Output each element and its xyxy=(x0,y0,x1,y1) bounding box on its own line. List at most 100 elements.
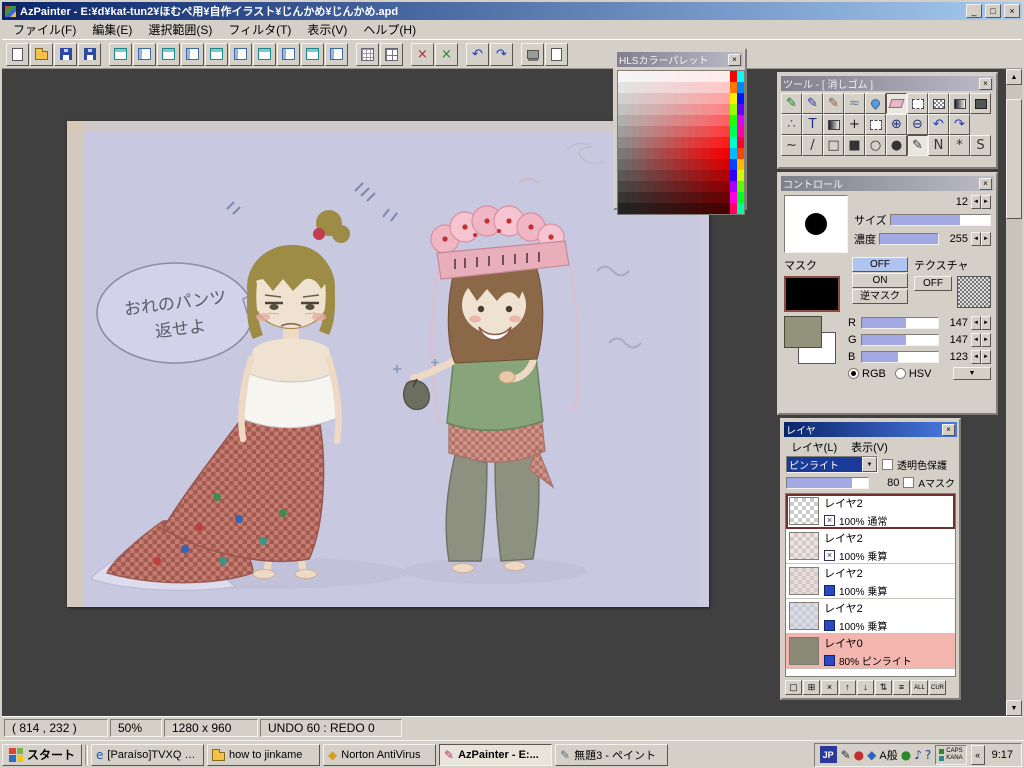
palette-cell-r0c12[interactable] xyxy=(702,71,709,82)
palette-cell-r12c10[interactable] xyxy=(688,203,695,214)
palette-cell-r4c2[interactable] xyxy=(632,115,639,126)
mask-on-button[interactable]: ON xyxy=(852,273,908,288)
palette-cell-r0c5[interactable] xyxy=(653,71,660,82)
palette-cell-r2c14[interactable] xyxy=(716,93,723,104)
palette-hue-r7a[interactable] xyxy=(730,148,737,159)
palette-cell-r12c11[interactable] xyxy=(695,203,702,214)
palette-cell-r0c7[interactable] xyxy=(667,71,674,82)
palette-cell-r1c15[interactable] xyxy=(723,82,730,93)
palette-cell-r0c14[interactable] xyxy=(716,71,723,82)
palette-cell-r2c6[interactable] xyxy=(660,93,667,104)
gradient-tool-button[interactable] xyxy=(823,114,844,135)
antivirus-tray-icon[interactable]: ● xyxy=(854,749,864,761)
palette-cell-r2c13[interactable] xyxy=(709,93,716,104)
palette-cell-r4c10[interactable] xyxy=(688,115,695,126)
palette-cell-r8c11[interactable] xyxy=(695,159,702,170)
palette-cell-r12c5[interactable] xyxy=(653,203,660,214)
size-slider[interactable] xyxy=(890,214,991,226)
palette-cell-r0c11[interactable] xyxy=(695,71,702,82)
gradation-tool-button[interactable] xyxy=(949,93,970,114)
palette-cell-r12c4[interactable] xyxy=(646,203,653,214)
palette-cell-r2c12[interactable] xyxy=(702,93,709,104)
palette-cell-r0c4[interactable] xyxy=(646,71,653,82)
palette-hue-r3a[interactable] xyxy=(730,104,737,115)
new-file-button[interactable] xyxy=(6,43,29,66)
palette-cell-r2c4[interactable] xyxy=(646,93,653,104)
palette-cell-r9c1[interactable] xyxy=(625,170,632,181)
scroll-thumb[interactable] xyxy=(1006,99,1022,219)
move-layer-down-button[interactable]: ↓ xyxy=(857,680,874,695)
palette-cell-r9c0[interactable] xyxy=(618,170,625,181)
palette-cell-r5c8[interactable] xyxy=(674,126,681,137)
palette-cell-r10c15[interactable] xyxy=(723,181,730,192)
palette-cell-r12c0[interactable] xyxy=(618,203,625,214)
palette-cell-r7c11[interactable] xyxy=(695,148,702,159)
layer-row-4[interactable]: レイヤ080% ピンライト xyxy=(786,634,955,669)
palette-cell-r10c10[interactable] xyxy=(688,181,695,192)
palette-cell-r12c13[interactable] xyxy=(709,203,716,214)
menu-item-2[interactable]: 選択範囲(S) xyxy=(140,19,220,40)
protect-alpha-checkbox[interactable] xyxy=(882,459,893,470)
panel-toggle-3-button[interactable] xyxy=(157,43,180,66)
palette-hue-r11b[interactable] xyxy=(737,192,744,203)
palette-cell-r6c4[interactable] xyxy=(646,137,653,148)
palette-cell-r6c5[interactable] xyxy=(653,137,660,148)
palette-hue-r9b[interactable] xyxy=(737,170,744,181)
palette-cell-r12c1[interactable] xyxy=(625,203,632,214)
palette-cell-r12c2[interactable] xyxy=(632,203,639,214)
maximize-button[interactable]: □ xyxy=(985,4,1001,18)
palette-hue-r4b[interactable] xyxy=(737,115,744,126)
palette-cell-r7c13[interactable] xyxy=(709,148,716,159)
grid-detail-button[interactable] xyxy=(380,43,403,66)
palette-cell-r4c13[interactable] xyxy=(709,115,716,126)
panel-toggle-2-button[interactable] xyxy=(133,43,156,66)
mask-off-button[interactable]: OFF xyxy=(852,257,908,272)
palette-cell-r8c8[interactable] xyxy=(674,159,681,170)
palette-cell-r1c4[interactable] xyxy=(646,82,653,93)
palette-cell-r1c8[interactable] xyxy=(674,82,681,93)
redo-tool-button[interactable]: ↷ xyxy=(949,114,970,135)
palette-cell-r12c6[interactable] xyxy=(660,203,667,214)
app-tray-icon[interactable]: ● xyxy=(901,749,911,761)
layer-menu-view[interactable]: 表示(V) xyxy=(844,438,895,456)
palette-cell-r12c9[interactable] xyxy=(681,203,688,214)
palette-cell-r5c4[interactable] xyxy=(646,126,653,137)
palette-cell-r7c6[interactable] xyxy=(660,148,667,159)
palette-cell-r6c9[interactable] xyxy=(681,137,688,148)
palette-cell-r0c10[interactable] xyxy=(688,71,695,82)
ellipse-outline-draw-button[interactable]: ○ xyxy=(865,135,886,156)
palette-cell-r8c15[interactable] xyxy=(723,159,730,170)
palette-hue-r0a[interactable] xyxy=(730,71,737,82)
palette-cell-r7c14[interactable] xyxy=(716,148,723,159)
tray-collapse-button[interactable]: « xyxy=(971,745,985,765)
palette-cell-r6c1[interactable] xyxy=(625,137,632,148)
palette-cell-r12c8[interactable] xyxy=(674,203,681,214)
palette-cell-r2c3[interactable] xyxy=(639,93,646,104)
palette-cell-r10c6[interactable] xyxy=(660,181,667,192)
palette-cell-r9c15[interactable] xyxy=(723,170,730,181)
freehand-draw-button[interactable]: ~ xyxy=(781,135,802,156)
layer-menu-layer[interactable]: レイヤ(L) xyxy=(784,438,844,456)
rgb-radio[interactable] xyxy=(848,368,859,379)
palette-cell-r12c12[interactable] xyxy=(702,203,709,214)
palette-close-button[interactable]: × xyxy=(728,54,741,66)
palette-hue-r3b[interactable] xyxy=(737,104,744,115)
palette-cell-r6c12[interactable] xyxy=(702,137,709,148)
palette-cell-r10c8[interactable] xyxy=(674,181,681,192)
palette-cell-r10c4[interactable] xyxy=(646,181,653,192)
palette-cell-r9c12[interactable] xyxy=(702,170,709,181)
palette-hue-r9a[interactable] xyxy=(730,170,737,181)
clear-selection-button[interactable]: × xyxy=(435,43,458,66)
palette-cell-r2c8[interactable] xyxy=(674,93,681,104)
palette-hue-r6a[interactable] xyxy=(730,137,737,148)
blend-mode-dropdown[interactable]: ピンライト ▼ xyxy=(786,456,878,473)
palette-cell-r3c5[interactable] xyxy=(653,104,660,115)
palette-cell-r3c6[interactable] xyxy=(660,104,667,115)
palette-cell-r10c14[interactable] xyxy=(716,181,723,192)
palette-cell-r5c1[interactable] xyxy=(625,126,632,137)
amask-checkbox[interactable] xyxy=(903,477,914,488)
pattern-tool-button[interactable] xyxy=(928,93,949,114)
vertical-scrollbar[interactable]: ▲ ▼ xyxy=(1006,69,1022,716)
palette-cell-r4c9[interactable] xyxy=(681,115,688,126)
palette-cell-r11c8[interactable] xyxy=(674,192,681,203)
